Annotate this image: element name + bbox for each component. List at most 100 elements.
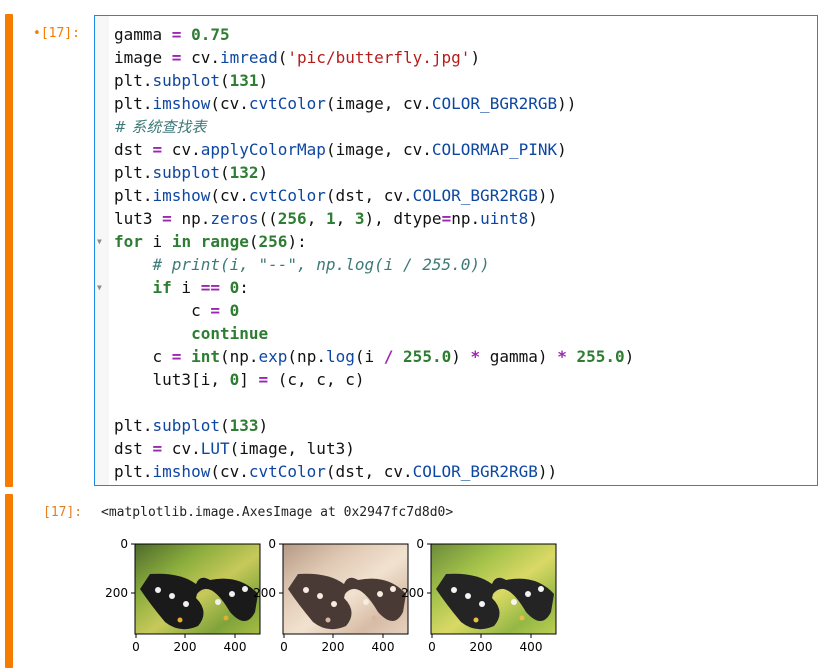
y-tick-label: 0 xyxy=(416,537,424,551)
wing-spot xyxy=(519,615,525,621)
code-cell[interactable]: •[17]: ▼ ▼ gamma = 0.75 image = cv.imread… xyxy=(0,14,820,487)
wing-spot xyxy=(331,601,337,607)
code-token: lut3 xyxy=(114,209,163,228)
code-token: 1 xyxy=(325,209,336,228)
code-token: exp xyxy=(258,347,288,366)
code-line[interactable]: image = cv.imread('pic/butterfly.jpg') xyxy=(114,46,634,69)
code-token: (image, cv. xyxy=(325,94,432,113)
code-token: imread xyxy=(219,48,278,67)
code-token: imshow xyxy=(152,462,211,481)
code-token: in xyxy=(171,232,192,251)
wing-spot xyxy=(169,593,175,599)
code-token: 256 xyxy=(277,209,307,228)
code-line[interactable]: plt.imshow(cv.cvtColor(image, cv.COLOR_B… xyxy=(114,92,634,115)
code-token: gamma xyxy=(114,25,172,44)
code-token: = xyxy=(162,209,172,228)
code-line[interactable]: plt.subplot(132) xyxy=(114,161,634,184)
active-cell-indicator[interactable] xyxy=(5,14,13,487)
code-token: 0.75 xyxy=(191,25,230,44)
output-cell[interactable]: [17]: <matplotlib.image.AxesImage at 0x2… xyxy=(0,494,820,668)
code-token: np. xyxy=(451,209,481,228)
fold-toggle-icon[interactable]: ▼ xyxy=(97,237,102,246)
code-line[interactable] xyxy=(114,391,634,414)
x-tick-label: 400 xyxy=(224,640,247,654)
code-line[interactable]: gamma = 0.75 xyxy=(114,23,634,46)
code-line[interactable]: lut3[i, 0] = (c, c, c) xyxy=(114,368,634,391)
code-line[interactable]: # 系统查找表 xyxy=(114,115,634,138)
code-token: (np. xyxy=(219,347,259,366)
fold-toggle-icon[interactable]: ▼ xyxy=(97,283,102,292)
code-token: image xyxy=(114,48,172,67)
wing-spot xyxy=(538,586,544,592)
code-token: plt. xyxy=(114,163,153,182)
code-token: 'pic/butterfly.jpg' xyxy=(287,48,471,67)
code-line[interactable]: plt.imshow(cv.cvtColor(dst, cv.COLOR_BGR… xyxy=(114,460,634,483)
code-token: 3 xyxy=(354,209,365,228)
wing-spot xyxy=(525,591,531,597)
code-token: imshow xyxy=(152,94,211,113)
code-token: ] xyxy=(239,370,259,389)
code-line[interactable]: plt.subplot(133) xyxy=(114,414,634,437)
code-line[interactable]: dst = cv.LUT(image, lut3) xyxy=(114,437,634,460)
code-token: ) xyxy=(258,163,269,182)
code-token: ) xyxy=(258,416,269,435)
code-line[interactable]: for i in range(256): xyxy=(114,230,634,253)
x-tick-label: 200 xyxy=(322,640,345,654)
code-token: = xyxy=(258,370,269,389)
code-token: ) xyxy=(557,140,567,159)
code-line[interactable]: dst = cv.applyColorMap(image, cv.COLORMA… xyxy=(114,138,634,161)
code-line[interactable]: # print(i, "--", np.log(i / 255.0)) xyxy=(114,253,634,276)
code-token: subplot xyxy=(152,163,220,182)
subplot-colormap-pink: 0 200 0 200 400 xyxy=(253,537,409,654)
code-line[interactable]: c = 0 xyxy=(114,299,634,322)
wing-spot xyxy=(317,593,323,599)
code-token: COLOR_BGR2RGB xyxy=(431,94,558,113)
wing-spot xyxy=(377,591,383,597)
code-line[interactable]: continue xyxy=(114,322,634,345)
code-token: = xyxy=(210,301,220,320)
wing-spot xyxy=(183,601,189,607)
code-line[interactable]: c = int(np.exp(np.log(i / 255.0) * gamma… xyxy=(114,345,635,368)
code-token: / xyxy=(383,347,394,366)
code-token: ( xyxy=(277,48,288,67)
code-line[interactable]: plt.imshow(cv.cvtColor(dst, cv.COLOR_BGR… xyxy=(114,184,634,207)
x-tick-label: 400 xyxy=(372,640,395,654)
code-token: dst xyxy=(114,439,153,458)
code-token: 133 xyxy=(229,416,259,435)
x-tick-label: 200 xyxy=(470,640,493,654)
code-token: cvtColor xyxy=(248,94,326,113)
code-editor[interactable]: ▼ ▼ gamma = 0.75 image = cv.imread('pic/b… xyxy=(94,15,818,486)
wing-spot xyxy=(242,586,248,592)
code-token: (dst, cv. xyxy=(325,186,413,205)
code-token: c xyxy=(114,347,172,366)
code-token: # print(i, "--", np.log(i / 255.0)) xyxy=(152,255,490,274)
code-token: 132 xyxy=(229,163,259,182)
code-token: : xyxy=(239,278,249,297)
code-token: zeros xyxy=(210,209,259,228)
wing-spot xyxy=(479,601,485,607)
wing-spot xyxy=(155,587,161,593)
code-token: plt. xyxy=(114,186,153,205)
subplot-original: 0 200 0 200 400 xyxy=(105,537,261,654)
code-token: = xyxy=(441,209,452,228)
code-token: (cv. xyxy=(210,94,249,113)
code-token: )) xyxy=(537,462,558,481)
code-token: cvtColor xyxy=(248,462,326,481)
wing-spot xyxy=(363,599,369,605)
code-token: COLORMAP_PINK xyxy=(431,140,558,159)
code-content[interactable]: gamma = 0.75 image = cv.imread('pic/butte… xyxy=(114,23,634,483)
code-token: (( xyxy=(258,209,278,228)
code-line[interactable]: plt.subplot(131) xyxy=(114,69,634,92)
code-token: COLOR_BGR2RGB xyxy=(412,462,538,481)
code-token: ) xyxy=(528,209,538,228)
code-line[interactable]: if i == 0: xyxy=(114,276,634,299)
code-token: cv. xyxy=(162,439,201,458)
code-token: ( xyxy=(219,71,230,90)
code-token: i xyxy=(171,278,201,297)
code-line[interactable]: lut3 = np.zeros((256, 1, 3), dtype=np.ui… xyxy=(114,207,634,230)
subplot-lut-gamma: 0 200 0 200 400 xyxy=(401,537,557,654)
